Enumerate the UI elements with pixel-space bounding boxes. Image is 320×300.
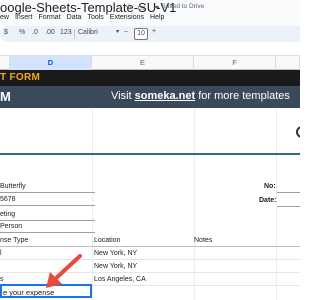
toolbar: $ % .0 .00 123 Calibri ▾ − 10 +	[0, 26, 300, 42]
expense-type-cell[interactable]: s	[0, 276, 4, 283]
location-cell[interactable]: New York, NY	[94, 263, 137, 270]
visit-prefix: Visit	[111, 90, 135, 102]
menu-help[interactable]: Help	[150, 14, 164, 21]
column-header-f[interactable]: F	[194, 56, 276, 70]
column-header-g[interactable]	[276, 56, 300, 70]
employee-name[interactable]: Butterfly	[0, 183, 26, 190]
employee-phone[interactable]: 5678	[0, 196, 16, 203]
increase-decimal-button[interactable]: .00	[45, 29, 55, 36]
number-format-button[interactable]: 123	[60, 29, 72, 36]
header-divider	[0, 153, 300, 155]
title-icons: ☆ ▭	[125, 2, 146, 13]
menu-insert[interactable]: Insert	[15, 14, 33, 21]
increase-font-size-button[interactable]: +	[152, 28, 156, 35]
menu-view[interactable]: ew	[0, 14, 9, 21]
column-header-e[interactable]: E	[92, 56, 194, 70]
date-underline	[277, 206, 300, 207]
menu-tools[interactable]: Tools	[87, 14, 103, 21]
formula-bar[interactable]	[0, 42, 300, 56]
visit-suffix: for more templates	[195, 90, 290, 102]
header-location: Location	[94, 237, 121, 244]
header-notes: Notes	[194, 237, 213, 244]
promo-banner: M Visit someka.net for more templates	[0, 86, 300, 108]
decrease-decimal-button[interactable]: .0	[32, 29, 38, 36]
toolbar-separator	[74, 29, 75, 39]
arrow-pointer-icon	[46, 254, 82, 288]
number-label: No:	[264, 183, 276, 190]
expense-type-cell[interactable]: l	[0, 250, 2, 257]
employee-department[interactable]: eting	[0, 211, 15, 218]
percent-format-button[interactable]: %	[19, 29, 25, 36]
menu-bar: ew Insert Format Data Tools Extensions H…	[0, 14, 164, 21]
currency-format-button[interactable]: $	[4, 29, 8, 36]
header-expense-type: nse Type	[0, 237, 29, 244]
location-cell[interactable]: Los Angeles, CA	[94, 276, 146, 283]
number-underline	[277, 192, 300, 193]
column-header-d[interactable]: D	[10, 56, 92, 70]
arrow-shaft	[52, 254, 82, 282]
column-headers: D E F	[0, 56, 300, 70]
date-label: Date:	[259, 197, 277, 204]
chevron-down-icon[interactable]: ▾	[116, 28, 119, 35]
location-cell[interactable]: New York, NY	[94, 250, 137, 257]
saved-status[interactable]: ☁ Saved to Drive	[153, 2, 205, 11]
column-header-c[interactable]	[0, 56, 10, 70]
department-underline	[0, 220, 95, 221]
person-underline	[0, 232, 95, 233]
menu-data[interactable]: Data	[67, 14, 82, 21]
spreadsheet-grid[interactable]: T FORM M Visit someka.net for more templ…	[0, 70, 300, 300]
font-family-select[interactable]: Calibri	[78, 29, 98, 36]
cloud-check-icon: ☁	[153, 3, 160, 10]
someka-link[interactable]: someka.net	[135, 90, 196, 102]
banner-left-text: M	[0, 89, 11, 104]
form-title-banner: T FORM	[0, 70, 300, 86]
decrease-font-size-button[interactable]: −	[124, 29, 128, 36]
saved-status-label: Saved to Drive	[161, 2, 205, 10]
phone-underline	[0, 205, 95, 206]
menu-format[interactable]: Format	[38, 14, 60, 21]
approving-person[interactable]: Person	[0, 223, 22, 230]
visit-text: Visit someka.net for more templates	[111, 90, 290, 102]
font-size-input[interactable]: 10	[134, 28, 148, 40]
document-title[interactable]: oogle-Sheets-Template-SU-V1	[0, 0, 176, 15]
menu-extensions[interactable]: Extensions	[110, 14, 144, 21]
title-bar: oogle-Sheets-Template-SU-V1 ☆ ▭ ☁ Saved …	[0, 0, 300, 26]
star-icon[interactable]: ☆	[125, 2, 133, 13]
move-folder-icon[interactable]: ▭	[137, 2, 146, 13]
form-title: T FORM	[0, 72, 41, 83]
name-underline	[0, 192, 95, 193]
